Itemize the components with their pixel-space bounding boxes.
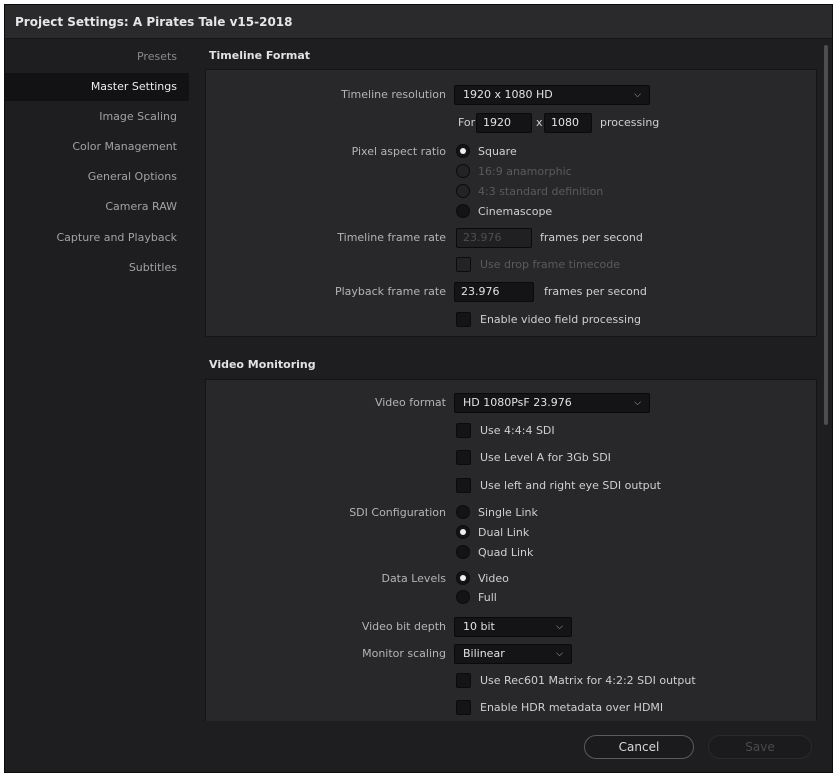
video-format-value: HD 1080PsF 23.976 [463, 396, 572, 409]
resolution-height-field[interactable]: 1080 [544, 113, 592, 133]
timeline-frame-rate-value: 23.976 [463, 231, 502, 244]
monitor-scaling-select[interactable]: Bilinear ⌵ [454, 644, 572, 664]
chevron-down-icon: ⌵ [634, 90, 641, 100]
use-444-sdi-label: Use 4:4:4 SDI [480, 424, 555, 437]
settings-content: Timeline Format Timeline resolution 1920… [201, 41, 823, 721]
sidebar-item-presets[interactable]: Presets [5, 43, 189, 71]
hdr-metadata-label: Enable HDR metadata over HDMI [480, 701, 664, 714]
playback-fps-label: frames per second [544, 285, 647, 298]
video-monitoring-panel: Video format HD 1080PsF 23.976 ⌵ Use 4:4… [205, 379, 817, 721]
project-settings-window: Project Settings: A Pirates Tale v15-201… [4, 4, 833, 773]
field-processing-label: Enable video field processing [480, 313, 642, 326]
chevron-down-icon: ⌵ [634, 398, 641, 408]
timeline-fps-label: frames per second [540, 231, 643, 244]
sidebar-item-general-options[interactable]: General Options [5, 163, 189, 191]
data-levels-video-radio[interactable] [456, 571, 470, 585]
aspect-cinemascope-radio[interactable] [456, 204, 470, 218]
cancel-button[interactable]: Cancel [584, 735, 694, 759]
sidebar-item-subtitles[interactable]: Subtitles [5, 254, 189, 282]
sdi-quad-link-radio[interactable] [456, 545, 470, 559]
video-bit-depth-value: 10 bit [463, 620, 495, 633]
sidebar-item-image-scaling[interactable]: Image Scaling [5, 103, 189, 131]
sdi-single-link-radio[interactable] [456, 505, 470, 519]
timeline-frame-rate-field[interactable]: 23.976 [456, 228, 532, 248]
data-levels-full-label: Full [478, 591, 497, 604]
level-a-label: Use Level A for 3Gb SDI [480, 451, 611, 464]
playback-frame-rate-field[interactable]: 23.976 [454, 282, 534, 302]
rec601-label: Use Rec601 Matrix for 4:2:2 SDI output [480, 674, 696, 687]
window-title: Project Settings: A Pirates Tale v15-201… [15, 15, 293, 29]
level-a-checkbox[interactable] [456, 450, 471, 465]
video-bit-depth-select[interactable]: 10 bit ⌵ [454, 617, 572, 637]
sidebar-item-master-settings[interactable]: Master Settings [5, 73, 189, 101]
video-monitoring-heading: Video Monitoring [209, 358, 316, 371]
data-levels-full-radio[interactable] [456, 590, 470, 604]
title-bar: Project Settings: A Pirates Tale v15-201… [5, 5, 832, 39]
sdi-quad-link-label: Quad Link [478, 546, 534, 559]
aspect-square-radio[interactable] [456, 144, 470, 158]
hdr-metadata-checkbox[interactable] [456, 700, 471, 715]
monitor-scaling-value: Bilinear [463, 647, 505, 660]
resolution-width-field[interactable]: 1920 [476, 113, 532, 133]
timeline-resolution-value: 1920 x 1080 HD [463, 88, 553, 101]
drop-frame-checkbox[interactable] [456, 257, 471, 272]
video-bit-depth-label: Video bit depth [361, 620, 446, 633]
video-format-select[interactable]: HD 1080PsF 23.976 ⌵ [454, 393, 650, 413]
scrollbar-thumb[interactable] [824, 45, 828, 425]
left-right-eye-label: Use left and right eye SDI output [480, 479, 661, 492]
sidebar-item-capture-and-playback[interactable]: Capture and Playback [5, 224, 189, 252]
aspect-standard-def-label: 4:3 standard definition [478, 185, 604, 198]
aspect-anamorphic-radio[interactable] [456, 164, 470, 178]
timeline-resolution-label: Timeline resolution [341, 88, 446, 101]
field-processing-checkbox[interactable] [456, 312, 471, 327]
playback-frame-rate-label: Playback frame rate [334, 285, 446, 298]
for-label: For [458, 116, 476, 129]
save-button[interactable]: Save [708, 735, 812, 759]
pixel-aspect-ratio-label: Pixel aspect ratio [351, 145, 446, 158]
video-format-label: Video format [374, 396, 446, 409]
data-levels-video-label: Video [478, 572, 509, 585]
monitor-scaling-label: Monitor scaling [362, 647, 446, 660]
timeline-frame-rate-label: Timeline frame rate [337, 231, 446, 244]
chevron-down-icon: ⌵ [556, 649, 563, 659]
timeline-format-panel: Timeline resolution 1920 x 1080 HD ⌵ For… [205, 69, 817, 337]
resolution-x-label: x [536, 116, 543, 129]
rec601-checkbox[interactable] [456, 673, 471, 688]
sdi-configuration-label: SDI Configuration [349, 506, 446, 519]
settings-sidebar: Presets Master Settings Image Scaling Co… [5, 41, 195, 721]
sdi-dual-link-label: Dual Link [478, 526, 530, 539]
drop-frame-label: Use drop frame timecode [480, 258, 621, 271]
aspect-square-label: Square [478, 145, 517, 158]
processing-label: processing [600, 116, 660, 129]
left-right-eye-checkbox[interactable] [456, 478, 471, 493]
aspect-anamorphic-label: 16:9 anamorphic [478, 165, 572, 178]
timeline-resolution-select[interactable]: 1920 x 1080 HD ⌵ [454, 85, 650, 105]
sdi-dual-link-radio[interactable] [456, 525, 470, 539]
chevron-down-icon: ⌵ [556, 622, 563, 632]
sidebar-item-camera-raw[interactable]: Camera RAW [5, 193, 189, 221]
use-444-sdi-checkbox[interactable] [456, 423, 471, 438]
aspect-standard-def-radio[interactable] [456, 184, 470, 198]
timeline-format-heading: Timeline Format [209, 49, 311, 62]
aspect-cinemascope-label: Cinemascope [478, 205, 553, 218]
data-levels-label: Data Levels [381, 572, 446, 585]
sidebar-item-color-management[interactable]: Color Management [5, 133, 189, 161]
content-scrollbar[interactable] [822, 45, 830, 725]
sdi-single-link-label: Single Link [478, 506, 538, 519]
